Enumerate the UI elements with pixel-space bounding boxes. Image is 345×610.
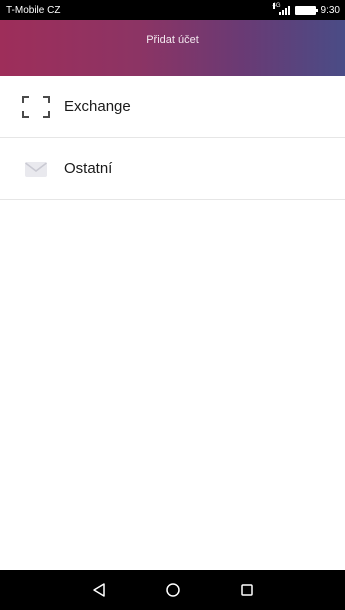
mail-icon bbox=[22, 158, 50, 180]
account-type-list: Exchange Ostatní bbox=[0, 76, 345, 200]
account-option-label: Exchange bbox=[64, 98, 131, 115]
account-option-exchange[interactable]: Exchange bbox=[0, 76, 345, 138]
back-icon[interactable] bbox=[89, 580, 109, 600]
clock-label: 9:30 bbox=[320, 4, 340, 16]
page-title: Přidat účet bbox=[146, 34, 199, 46]
navigation-bar bbox=[0, 570, 345, 610]
account-option-other[interactable]: Ostatní bbox=[0, 138, 345, 200]
account-option-label: Ostatní bbox=[64, 160, 113, 177]
status-bar: T-Mobile CZ 4G 9:30 bbox=[0, 0, 345, 20]
home-icon[interactable] bbox=[163, 580, 183, 600]
signal-icon: 4G bbox=[272, 3, 290, 15]
status-icons: 4G 9:30 bbox=[272, 3, 340, 16]
carrier-label: T-Mobile CZ bbox=[6, 4, 61, 16]
exchange-icon bbox=[22, 95, 50, 118]
battery-icon bbox=[294, 5, 318, 15]
title-bar: Přidat účet bbox=[0, 20, 345, 76]
network-type-label: 4G bbox=[272, 3, 281, 9]
recents-icon[interactable] bbox=[237, 580, 257, 600]
